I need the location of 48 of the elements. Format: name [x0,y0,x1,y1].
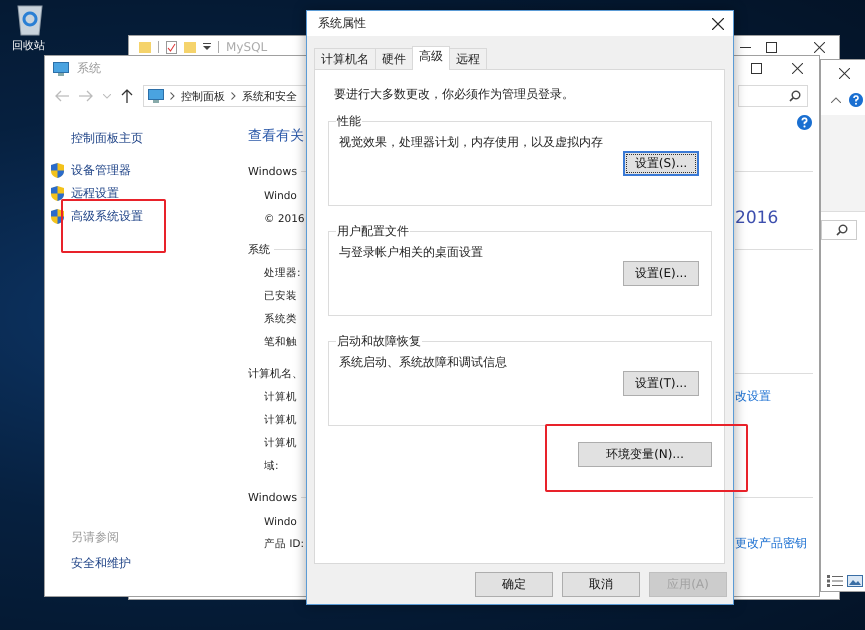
info-label: 产品 ID: [264,538,304,550]
info-label: 域: [264,460,279,472]
group-description: 系统启动、系统故障和调试信息 [339,354,508,371]
tab[interactable]: 计算机名 [314,48,376,69]
section-heading: 计算机名、 [248,366,303,381]
window-title: 系统 [77,60,101,77]
info-label: Windo [264,190,297,202]
nav-link[interactable]: 远程设置 [71,185,119,202]
group-title: 启动和故障恢复 [336,333,422,350]
settings-button[interactable]: 设置(E)... [623,261,699,286]
section-heading: Windows [248,165,298,178]
info-label: 系统类 [264,313,297,325]
settings-button[interactable]: 设置(S)... [623,151,699,176]
tab[interactable]: 高级 [412,46,450,70]
nav-link[interactable]: 设备管理器 [71,162,131,179]
edition-logo-text: 2016 [735,208,778,228]
environment-variables-button[interactable]: 环境变量(N)... [578,442,712,467]
desktop-icon-label[interactable]: 回收站 [12,38,45,53]
info-label: 计算机 [264,391,297,403]
group-title: 用户配置文件 [336,223,410,240]
dialog-button[interactable]: 确定 [475,572,553,597]
nav-link[interactable]: 高级系统设置 [71,208,143,225]
info-label: © 2016 [264,212,305,224]
nav-link[interactable]: 安全和维护 [71,555,248,572]
window-title: MySQL [226,40,268,54]
info-label: Windo [264,516,297,528]
breadcrumb-item[interactable]: 系统和安全 [242,88,297,104]
nav-link[interactable]: 控制面板主页 [71,130,143,147]
breadcrumb-item[interactable]: 控制面板 [181,88,225,104]
section-heading: Windows [248,491,298,504]
instruction-text: 要进行大多数更改，你必须作为管理员登录。 [334,86,575,103]
settings-link[interactable]: 更改产品密钥 [735,536,807,550]
dialog-button[interactable]: 取消 [562,572,640,597]
settings-button[interactable]: 设置(T)... [623,371,699,396]
settings-link[interactable]: 改设置 [735,389,771,403]
info-label: 处理器: [264,267,301,279]
info-label: 计算机 [264,414,297,426]
info-label: 计算机 [264,437,297,449]
group-title: 性能 [336,113,362,130]
section-heading: 系统 [248,242,270,257]
see-also-heading: 另请参阅 [71,529,120,546]
page-heading: 查看有关 [248,129,305,143]
tab[interactable]: 远程 [449,48,487,69]
window-title: 系统属性 [318,15,366,32]
group-description: 视觉效果，处理器计划，内存使用，以及虚拟内存 [339,134,604,151]
info-label: 已安装 [264,290,297,302]
info-label: 笔和触 [264,336,297,348]
group-description: 与登录帐户相关的桌面设置 [339,244,484,261]
